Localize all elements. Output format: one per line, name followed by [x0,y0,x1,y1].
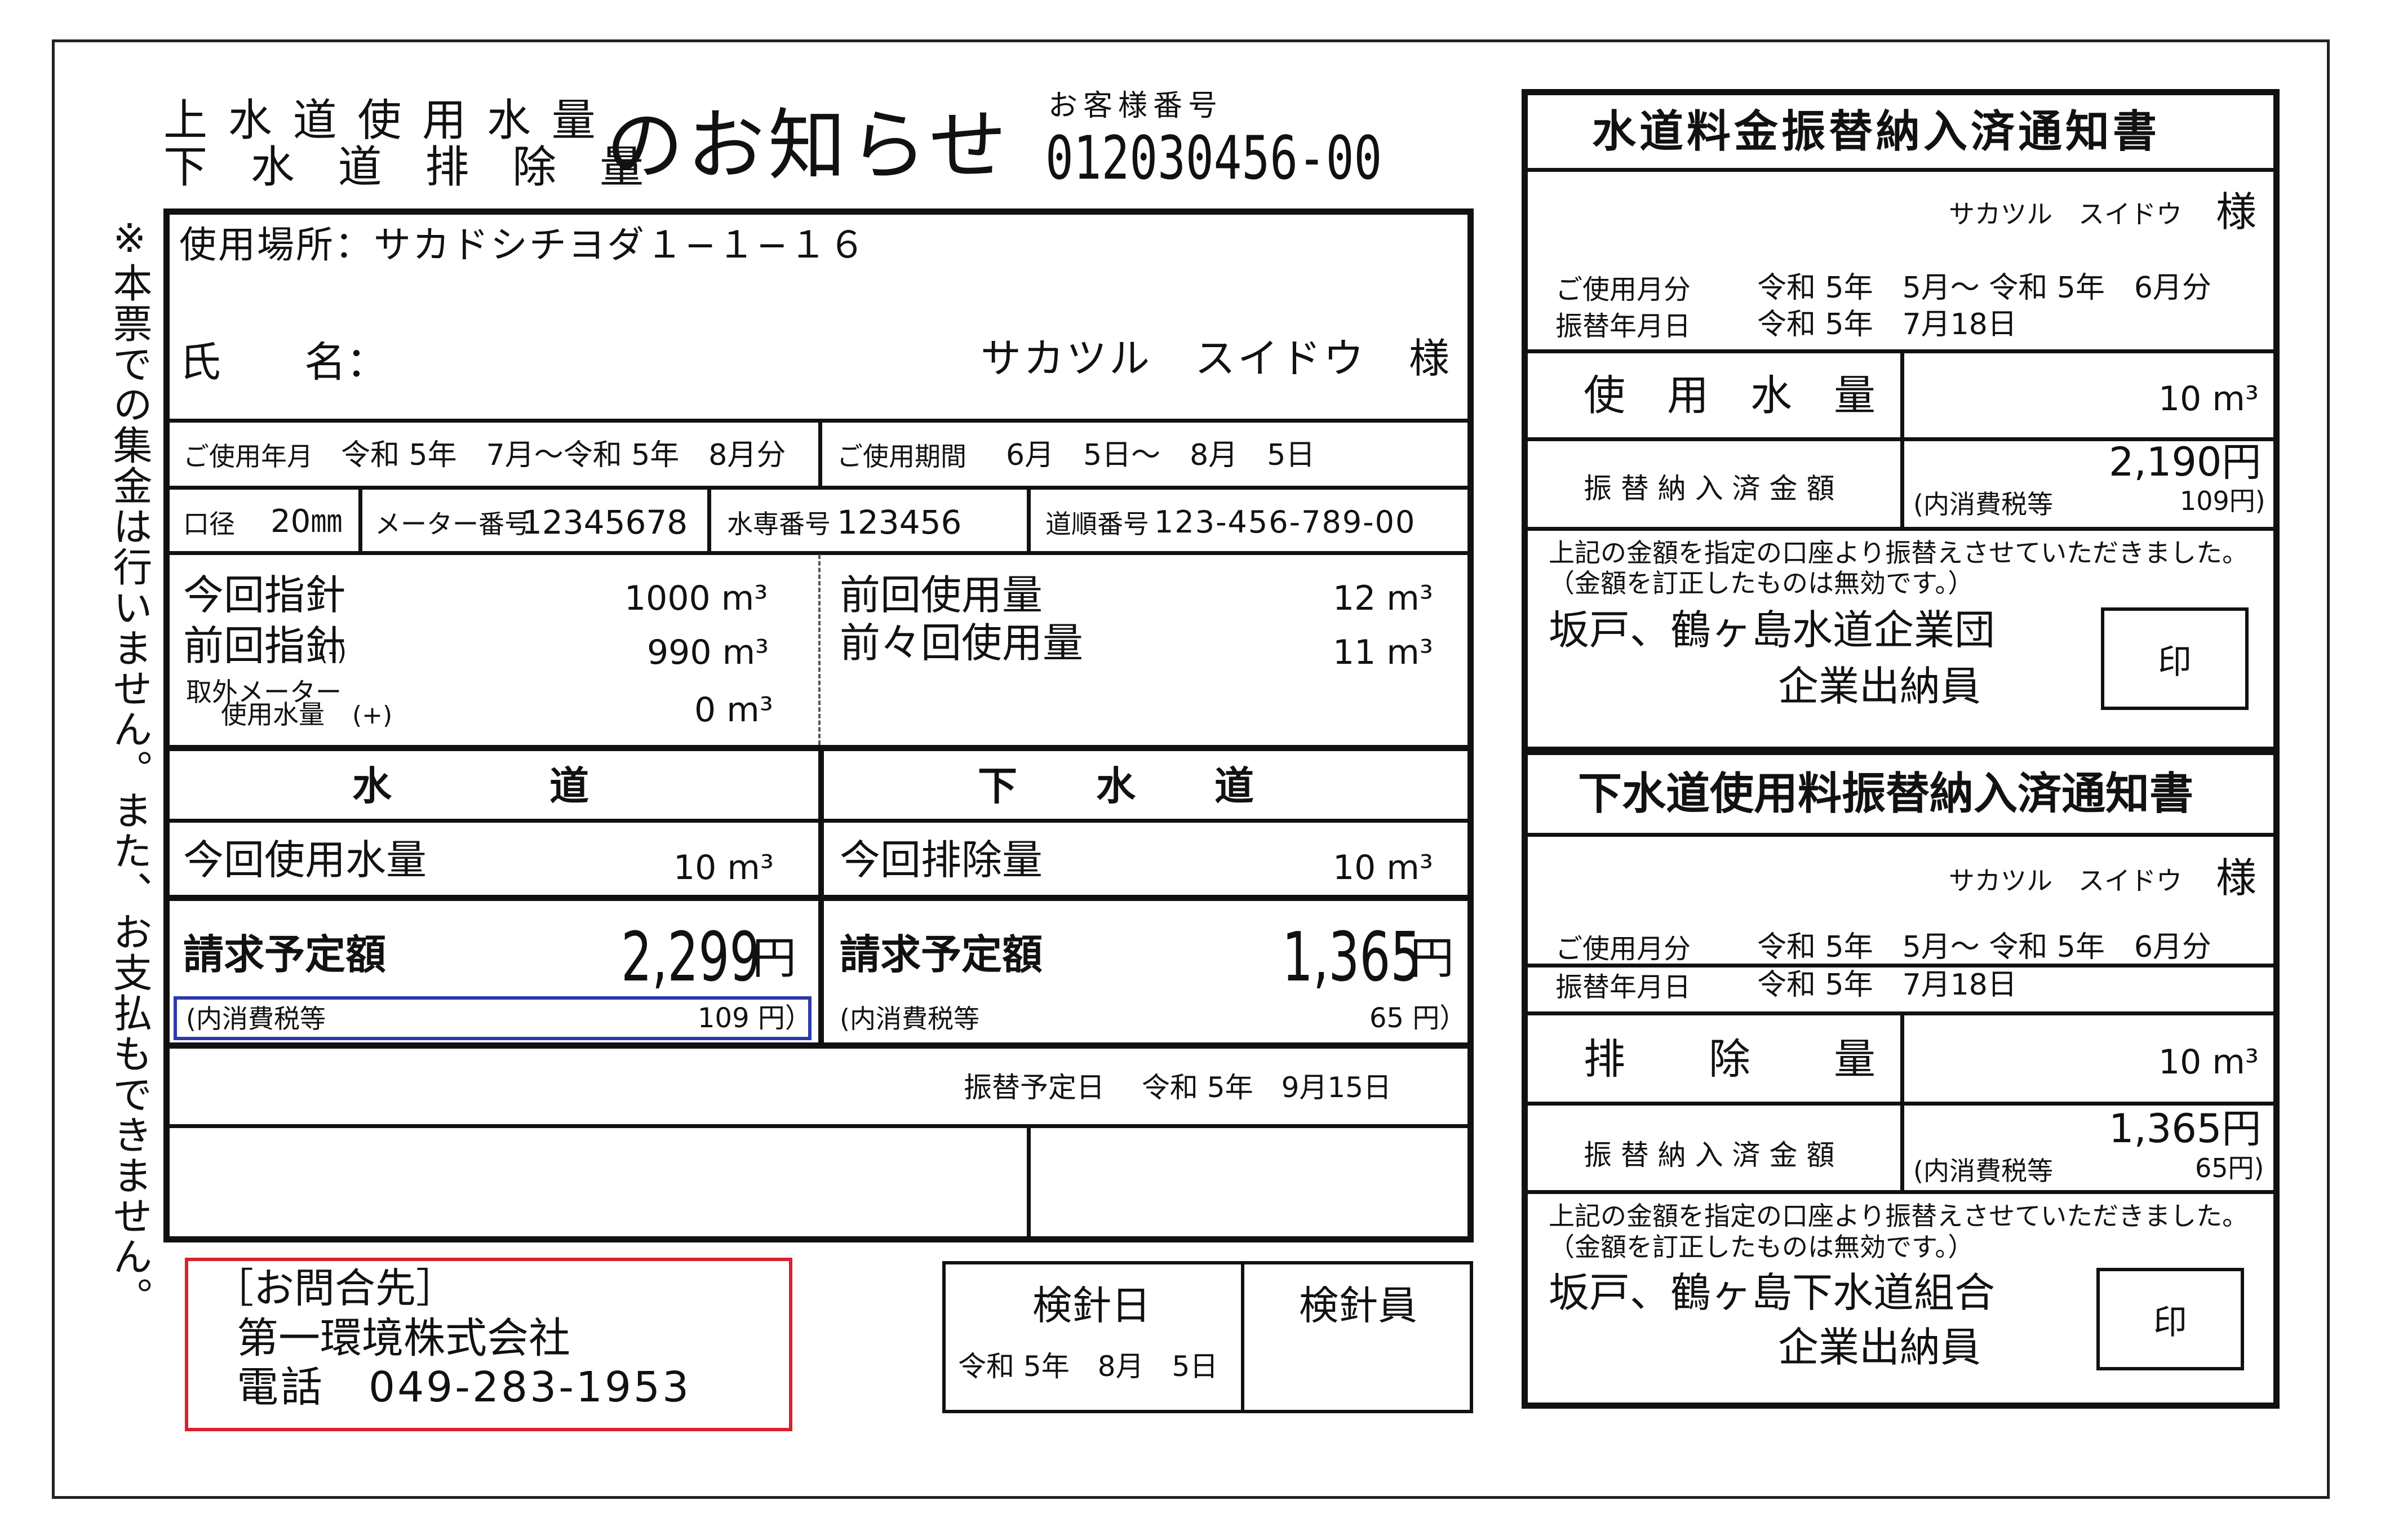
water-bill-yen: 円 [752,933,797,984]
meter-number: 12345678 [521,503,688,542]
sewer-receipt-seal-box: 印 [2096,1268,2244,1370]
name-value: サカツル スイドウ 様 [981,335,1452,382]
sewer-receipt-title: 下水道使用料振替納入済通知書 [1578,769,2194,819]
meter-number-label: メーター番号 [375,509,530,539]
water-receipt-date-label: 振替年月日 [1555,310,1691,342]
sewer-receipt-tax-label: (内消費税等 [1913,1156,2053,1186]
water-receipt-usage-label: 使 用 水 量 [1584,371,1875,420]
water-receipt-note-1: 上記の金額を指定の口座より振替えさせていただきました。 [1549,538,2249,568]
sewer-receipt-seal: 印 [2153,1302,2187,1342]
water-receipt-sama: 様 [2216,188,2257,236]
water-receipt-note-2: （金額を訂正したものは無効です。） [1549,568,1974,598]
contact-company: 第一環境株式会社 [237,1314,570,1363]
water-receipt-paid-value: 2,190円 [2109,439,2262,485]
sewer-tax-label: (内消費税等 [840,1004,979,1034]
water-receipt-month-label: ご使用月分 [1555,274,1691,305]
usage-place: 使用場所：サカドシチヨダ１−１−１６ [179,223,867,267]
sewer-receipt-month-value: 令和 5年 5月〜 令和 5年 6月分 [1757,930,2211,964]
previous-usage-value: 12 m³ [1333,579,1433,618]
water-receipt-org: 坂戸、鶴ヶ島水道企業団 [1549,606,1996,654]
usage-period-label: ご使用期間 [837,441,966,472]
sewer-receipt-note-1: 上記の金額を指定の口座より振替えさせていただきました。 [1549,1201,2249,1231]
sewer-bill-label: 請求予定額 [840,931,1043,978]
meter-reader-label: 検針員 [1299,1282,1417,1329]
previous-usage-label: 前回使用量 [840,571,1043,619]
sewer-bill-yen: 円 [1410,933,1455,984]
sewer-receipt-paid-value: 1,365円 [2109,1106,2262,1152]
usage-month-value: 令和 5年 7月〜令和 5年 8月分 [341,438,786,472]
sewer-header: 下 水 道 [978,763,1254,809]
sewer-receipt-date-label: 振替年月日 [1555,971,1691,1003]
water-usage-value: 10 m³ [673,848,774,887]
usage-month-label: ご使用年月 [183,441,313,472]
water-receipt-officer: 企業出納員 [1778,663,1981,710]
water-usage-label: 今回使用水量 [183,836,427,884]
caliber-label: 口径 [183,509,235,539]
title-line-1: 上 水 道 使 用 水 量 [163,95,599,146]
water-receipt-date-value: 令和 5年 7月18日 [1757,308,2017,341]
sewer-bill-amount: 1,365 [1282,918,1422,997]
contact-label: ［お問合先］ [213,1264,457,1312]
sewer-receipt-tax-value: 65円) [2195,1153,2264,1183]
sewer-receipt-date-value: 令和 5年 7月18日 [1757,968,2017,1002]
water-receipt-seal: 印 [2158,642,2192,682]
water-header: 水 道 [352,763,589,809]
water-receipt-tax-value: 109円) [2180,486,2265,516]
previous-reading-sign: (-) [318,637,347,666]
sewer-usage-value: 10 m³ [1333,848,1433,887]
transfer-scheduled-date: 振替予定日 令和 5年 9月15日 [964,1071,1392,1104]
water-bill-label: 請求予定額 [183,931,387,978]
removed-meter-sign: (+) [352,701,393,730]
customer-number-label: お客様番号 [1048,89,1223,123]
current-reading-label: 今回指針 [183,571,346,619]
reading-date-value: 令和 5年 8月 5日 [958,1350,1218,1383]
dedicated-number: 123456 [837,503,962,542]
title-line-2: 下 水 道 排 除 量 [163,142,658,193]
contact-phone: 電話 049-283-1953 [237,1363,691,1412]
sewer-receipt-month-label: ご使用月分 [1555,933,1691,965]
water-bill-amount: 2,299 [621,918,761,997]
removed-meter-usage-label: 使用水量 [221,699,325,730]
water-receipt-seal-box: 印 [2101,607,2249,710]
customer-number: 012030456-00 [1045,123,1382,193]
sewer-tax-value: 65 円） [1369,1002,1467,1034]
vertical-note: ※本票での集金は行いません。また、お支払もできません。 [107,215,153,1317]
sewer-receipt-usage-value: 10 m³ [2158,1042,2259,1082]
usage-period-value: 6月 5日〜 8月 5日 [1006,438,1315,472]
sewer-receipt-usage-label: 排 除 量 [1584,1035,1875,1084]
sewer-receipt-paid-label: 振 替 納 入 済 金 額 [1584,1139,1835,1171]
sewer-receipt-org: 坂戸、鶴ヶ島下水道組合 [1549,1269,1996,1316]
caliber-value: 20㎜ [271,503,343,540]
sewer-receipt-customer: サカツル スイドウ [1949,866,2182,896]
water-receipt-customer: サカツル スイドウ [1949,199,2182,229]
sewer-receipt-officer: 企業出納員 [1778,1324,1981,1371]
name-label: 氏 名： [179,338,388,387]
sewer-receipt-note-2: （金額を訂正したものは無効です。） [1549,1232,1974,1262]
water-receipt-month-value: 令和 5年 5月〜 令和 5年 6月分 [1757,271,2211,305]
route-number: 123-456-789-00 [1154,504,1416,540]
sewer-usage-label: 今回排除量 [840,836,1043,884]
two-previous-usage-label: 前々回使用量 [840,619,1084,667]
reading-date-label: 検針日 [1032,1282,1151,1329]
route-number-label: 道順番号 [1045,509,1149,539]
water-receipt-tax-label: (内消費税等 [1913,489,2053,520]
current-reading-value: 1000 m³ [624,579,768,618]
water-tax-label: (内消費税等 [186,1004,326,1034]
two-previous-usage-value: 11 m³ [1333,633,1433,672]
water-tax-value: 109 円） [698,1002,812,1034]
dedicated-number-label: 水専番号 [727,509,831,539]
sewer-receipt-sama: 様 [2216,854,2257,902]
previous-reading-value: 990 m³ [647,633,769,672]
water-receipt-paid-label: 振 替 納 入 済 金 額 [1584,472,1835,505]
title-suffix: のお知らせ [606,100,1010,191]
water-receipt-title: 水道料金振替納入済通知書 [1592,106,2161,157]
removed-meter-value: 0 m³ [694,690,773,730]
water-receipt-usage-value: 10 m³ [2158,379,2259,419]
